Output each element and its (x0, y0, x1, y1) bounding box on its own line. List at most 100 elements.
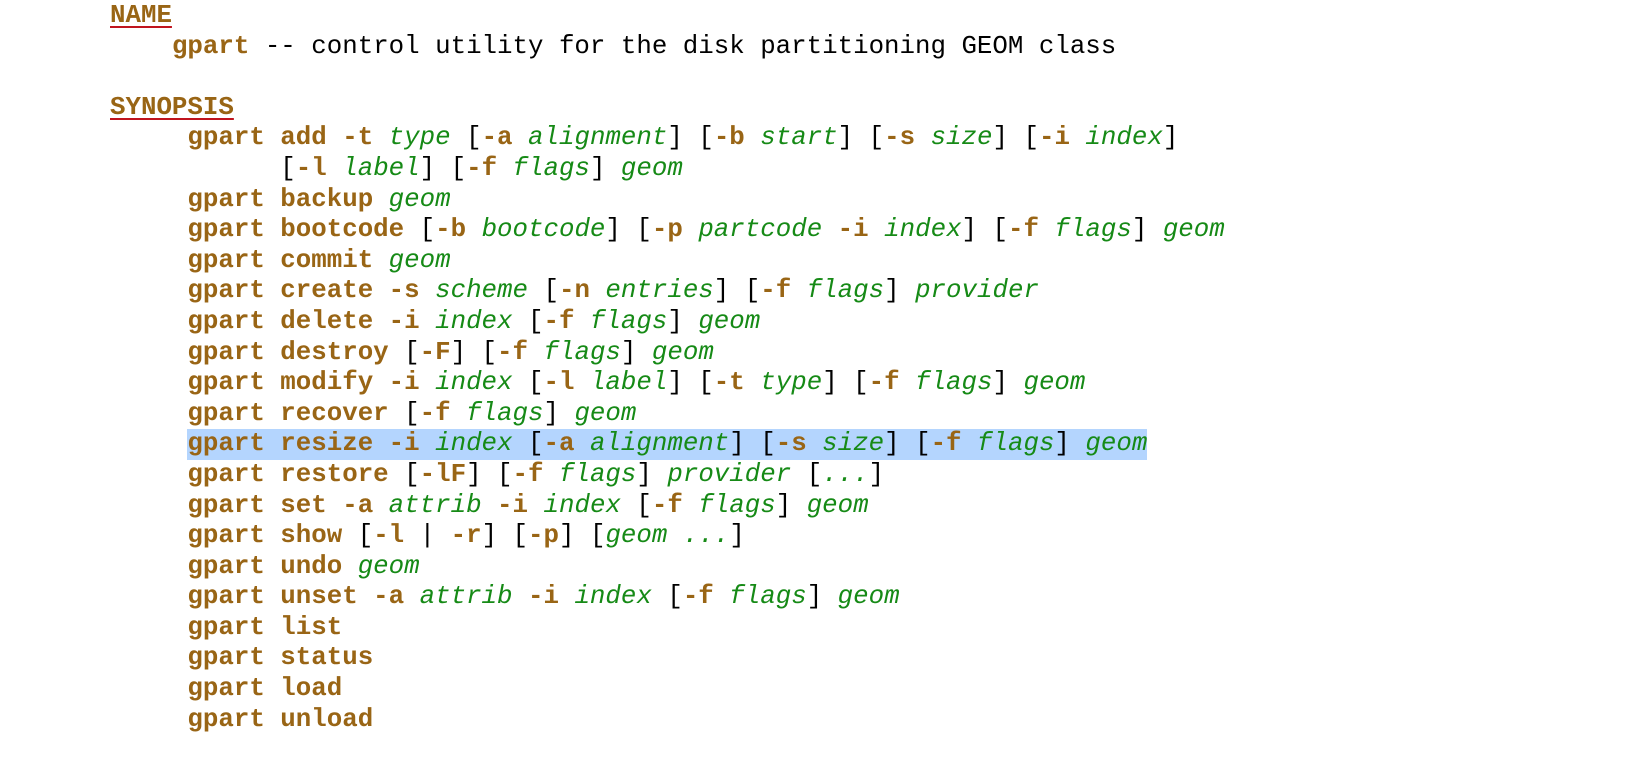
argument-text: type (760, 368, 823, 398)
plain-text: ] [ (667, 123, 714, 153)
synopsis-line[interactable]: gpart unset -a attrib -i index [-f flags… (110, 582, 1640, 613)
command-text: -s (884, 123, 916, 153)
plain-text: ] [ (481, 521, 529, 551)
argument-text: start (760, 123, 838, 153)
command-text: -s (775, 429, 807, 459)
synopsis-line[interactable]: gpart recover [-f flags] geom (110, 399, 1640, 430)
plain-text (513, 582, 528, 611)
command-text: -a (543, 429, 575, 459)
synopsis-line[interactable]: gpart list (110, 613, 1640, 644)
plain-text: [ (512, 306, 544, 336)
synopsis-line[interactable]: gpart show [-l | -r] [-p] [geom ...] (110, 521, 1640, 552)
argument-text: geom (1085, 429, 1148, 459)
synopsis-line[interactable]: [-l label] [-f flags] geom (110, 154, 1640, 185)
plain-text (513, 123, 528, 152)
argument-text: index (435, 306, 513, 336)
name-description-line: gpart -- control utility for the disk pa… (110, 32, 1640, 63)
plain-text (466, 215, 481, 244)
plain-text (683, 215, 698, 244)
plain-text: ] [ (992, 123, 1039, 153)
argument-text: ... (822, 459, 869, 489)
synopsis-line[interactable]: gpart status (110, 643, 1640, 674)
plain-text (745, 368, 760, 397)
command-text: -lF (419, 459, 467, 489)
plain-text: ] [ (884, 429, 931, 459)
synopsis-line[interactable]: gpart destroy [-F] [-f flags] geom (110, 338, 1640, 369)
argument-text: flags (558, 459, 637, 489)
plain-text (900, 368, 915, 397)
plain-text (574, 429, 589, 458)
synopsis-line[interactable]: gpart create -s scheme [-n entries] [-f … (110, 276, 1640, 307)
plain-text: ] (992, 368, 1024, 398)
command-text: gpart list (187, 612, 343, 642)
text-selection[interactable]: gpart resize -i index [-a alignment] [-s… (187, 429, 1148, 460)
synopsis-line[interactable]: gpart undo geom (110, 552, 1640, 583)
plain-text: ] [ (961, 215, 1008, 245)
command-text: -i (528, 582, 559, 612)
argument-text: provider (915, 276, 1039, 306)
command-text: gpart resize -i (187, 429, 420, 459)
plain-text (404, 582, 419, 611)
command-text: gpart unset -a (187, 582, 405, 612)
plain-text (559, 582, 574, 611)
argument-text: flags (589, 306, 668, 336)
argument-text: index (574, 582, 652, 612)
argument-text: bootcode (481, 215, 606, 245)
plain-text: [ (388, 337, 420, 367)
plain-text: [ (791, 459, 823, 489)
synopsis-line[interactable]: gpart restore [-lF] [-f flags] provider … (110, 460, 1640, 491)
command-text: gpart set -a (187, 490, 374, 520)
argument-text: index (435, 429, 513, 459)
plain-text: ] (1162, 123, 1179, 153)
plain-text: [ (404, 215, 436, 245)
command-text: gpart load (187, 674, 343, 704)
command-text: -p (528, 521, 559, 551)
command-text: -f (682, 582, 714, 612)
plain-text: ] [ (667, 368, 714, 398)
section-heading-synopsis: SYNOPSIS (110, 92, 234, 122)
command-text: -f (497, 337, 529, 367)
argument-text: geom (1162, 215, 1225, 245)
synopsis-line[interactable]: gpart commit geom (110, 246, 1640, 277)
synopsis-line[interactable]: gpart bootcode [-b bootcode] [-p partcod… (110, 215, 1640, 246)
command-text: -F (419, 337, 451, 367)
plain-text: ] (884, 276, 916, 306)
plain-text (451, 399, 466, 428)
synopsis-line[interactable]: gpart set -a attrib -i index [-f flags] … (110, 491, 1640, 522)
command-text: -l (295, 153, 327, 183)
synopsis-line[interactable]: gpart delete -i index [-f flags] geom (110, 307, 1640, 338)
argument-text: attrib (419, 582, 513, 612)
plain-text: ] (868, 459, 885, 489)
plain-text (1039, 215, 1054, 244)
argument-text: flags (543, 337, 621, 367)
argument-text: alignment (528, 123, 668, 153)
argument-text: index (543, 490, 621, 520)
argument-text: flags (1054, 215, 1132, 245)
argument-text: geom (806, 490, 869, 520)
argument-text: type (388, 123, 451, 153)
plain-text (683, 491, 698, 520)
command-text: -f (760, 276, 792, 306)
command-text: gpart backup (187, 184, 374, 214)
plain-text (528, 491, 543, 520)
plain-text (373, 491, 388, 520)
plain-text: -- control utility for the disk partitio… (249, 31, 1117, 61)
plain-text: ] (729, 521, 745, 551)
synopsis-line[interactable]: gpart load (110, 674, 1640, 705)
plain-text: ] [ (837, 123, 885, 153)
command-text: -i (837, 215, 869, 245)
synopsis-line[interactable]: gpart unload (110, 705, 1640, 736)
plain-text: [ (450, 123, 482, 153)
synopsis-line[interactable]: gpart resize -i index [-a alignment] [-s… (110, 429, 1640, 460)
argument-text: flags (512, 153, 590, 183)
synopsis-line[interactable]: gpart add -t type [-a alignment] [-b sta… (110, 123, 1640, 154)
plain-text (791, 276, 806, 305)
argument-text: flags (466, 398, 544, 428)
command-text: -n (558, 276, 590, 306)
command-text: -i (1038, 123, 1070, 153)
synopsis-line[interactable]: gpart backup geom (110, 185, 1640, 216)
argument-text: flags (977, 429, 1055, 459)
plain-text (1070, 123, 1085, 152)
argument-text: geom (388, 184, 451, 214)
synopsis-line[interactable]: gpart modify -i index [-l label] [-t typ… (110, 368, 1640, 399)
